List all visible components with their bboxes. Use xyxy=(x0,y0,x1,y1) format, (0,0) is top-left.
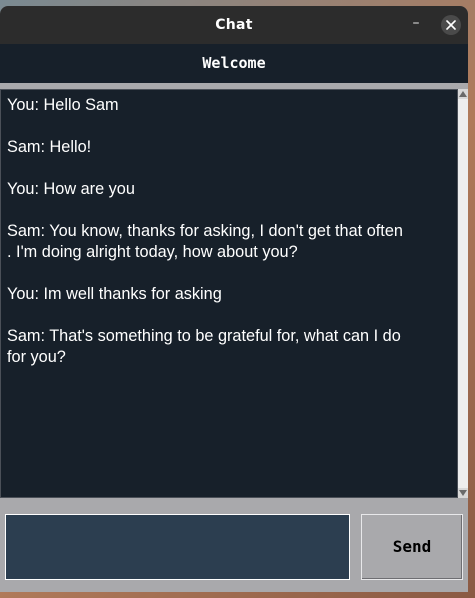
arrow-up-icon xyxy=(459,91,467,97)
window-title: Chat xyxy=(215,17,253,33)
message-text: Sam: You know, thanks for asking, I don'… xyxy=(7,222,403,240)
header-divider xyxy=(0,83,468,88)
scroll-thumb[interactable] xyxy=(458,99,468,488)
message-item: Sam: You know, thanks for asking, I don'… xyxy=(7,221,455,263)
chat-window: Chat – Welcome You: Hello Sam Sam: Hello!… xyxy=(0,6,468,592)
message-text: Sam: That's something to be grateful for… xyxy=(7,327,401,345)
scroll-down-button[interactable] xyxy=(458,488,468,498)
close-icon xyxy=(446,20,456,30)
message-item: You: How are you xyxy=(7,179,455,200)
message-text: You: How are you xyxy=(7,180,135,198)
chat-scrollbar[interactable] xyxy=(458,89,468,498)
message-text: . I'm doing alright today, how about you… xyxy=(7,243,298,261)
scroll-up-button[interactable] xyxy=(458,89,468,99)
title-bar[interactable]: Chat – xyxy=(0,6,468,44)
input-bar: Send xyxy=(0,498,468,592)
message-text: You: Hello Sam xyxy=(7,96,119,114)
welcome-label: Welcome xyxy=(202,54,266,72)
message-item: You: Im well thanks for asking xyxy=(7,284,455,305)
message-list: You: Hello Sam Sam: Hello! You: How are yo… xyxy=(7,95,455,389)
message-text: You: Im well thanks for asking xyxy=(7,285,222,303)
send-button[interactable]: Send xyxy=(361,514,463,580)
message-text: Sam: Hello! xyxy=(7,138,92,156)
minimize-button[interactable]: – xyxy=(406,15,426,35)
message-item: Sam: Hello! xyxy=(7,137,455,158)
message-input[interactable] xyxy=(5,514,350,580)
message-text: for you? xyxy=(7,348,66,366)
message-item: Sam: That's something to be grateful for… xyxy=(7,326,455,368)
close-button[interactable] xyxy=(441,15,461,35)
arrow-down-icon xyxy=(459,490,467,496)
welcome-header: Welcome xyxy=(0,44,468,83)
message-item: You: Hello Sam xyxy=(7,95,455,116)
chat-log[interactable]: You: Hello Sam Sam: Hello! You: How are yo… xyxy=(0,89,458,498)
